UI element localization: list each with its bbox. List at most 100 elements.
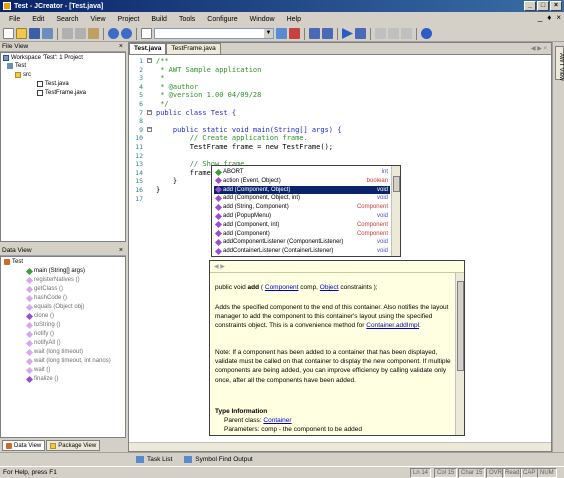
open-folder-icon[interactable] — [16, 28, 27, 39]
code-line[interactable]: 1−/** — [129, 57, 551, 65]
javadoc-scrollbar[interactable] — [455, 273, 464, 435]
tab-test-java[interactable]: Test.java — [129, 43, 167, 54]
mdi-restore-icon[interactable]: ♦ — [547, 13, 551, 22]
tab-data-view[interactable]: Data View — [2, 440, 46, 451]
copy-icon[interactable] — [75, 28, 86, 39]
method-item[interactable]: clone () — [25, 312, 54, 320]
menu-configure[interactable]: Configure — [201, 16, 243, 23]
horizontal-scrollbar[interactable] — [129, 442, 551, 451]
completion-item[interactable]: action (Event, Object) boolean — [214, 177, 390, 185]
find-icon[interactable] — [141, 28, 152, 39]
link-object[interactable]: Object — [320, 284, 339, 291]
tree-project[interactable]: Test — [7, 63, 26, 69]
chevron-down-icon[interactable]: ▼ — [264, 29, 273, 38]
method-item[interactable]: main (String[] args) — [25, 267, 85, 275]
code-line[interactable]: 5 * @version 1.00 04/09/28 — [129, 91, 551, 99]
method-item[interactable]: registerNatives () — [25, 276, 80, 284]
completion-item[interactable]: add (String, Component) Component — [214, 203, 390, 211]
menu-project[interactable]: Project — [112, 16, 146, 23]
paste-icon[interactable] — [88, 28, 99, 39]
tool-icon[interactable] — [375, 28, 386, 39]
menu-edit[interactable]: Edit — [26, 16, 50, 23]
fold-icon[interactable]: − — [147, 126, 152, 132]
menu-window[interactable]: Window — [244, 16, 281, 23]
tool2-icon[interactable] — [388, 28, 399, 39]
link-component[interactable]: Component — [265, 284, 299, 291]
completion-item[interactable]: add (Component) Component — [214, 230, 390, 238]
method-item[interactable]: toString () — [25, 321, 60, 329]
code-line[interactable]: 6 */ — [129, 100, 551, 108]
cut-icon[interactable] — [62, 28, 73, 39]
link-parent-container[interactable]: Container — [263, 417, 291, 424]
completion-item[interactable]: addContainerListener (ContainerListener)… — [214, 247, 390, 255]
tab-package-view[interactable]: Package View — [46, 440, 101, 451]
minimize-button[interactable]: _ — [524, 1, 536, 11]
method-item[interactable]: wait (long timeout) — [25, 348, 83, 356]
find-in-files-icon[interactable] — [276, 28, 287, 39]
method-item[interactable]: getClass () — [25, 285, 63, 293]
code-line[interactable]: 9− public static void main(String[] args… — [129, 126, 551, 134]
fold-icon[interactable]: − — [147, 109, 152, 115]
menu-file[interactable]: File — [3, 16, 26, 23]
help-icon[interactable] — [421, 28, 432, 39]
menu-build[interactable]: Build — [145, 16, 173, 23]
code-line[interactable]: 3 * — [129, 74, 551, 82]
code-line[interactable]: 10 // Create application frame. — [129, 134, 551, 142]
run-icon[interactable] — [342, 28, 353, 39]
debug-icon[interactable] — [355, 28, 366, 39]
code-line[interactable]: 12 — [129, 152, 551, 160]
method-item[interactable]: finalize () — [25, 375, 58, 383]
menu-tools[interactable]: Tools — [173, 16, 201, 23]
mdi-close-icon[interactable]: × — [556, 13, 561, 22]
method-item[interactable]: wait () — [25, 366, 50, 374]
completion-item[interactable]: ABORT int — [214, 168, 390, 176]
close-icon[interactable]: × — [119, 43, 123, 50]
link-container-addimpl[interactable]: Container.addImpl — [366, 322, 419, 329]
tab-task-list[interactable]: Task List — [136, 456, 172, 463]
build-icon[interactable] — [322, 28, 333, 39]
code-line[interactable]: 7− public class Test { — [129, 109, 551, 117]
method-item[interactable]: equals (Object obj) — [25, 303, 84, 311]
tab-symbol-find-output[interactable]: Symbol Find Output — [184, 456, 253, 463]
menu-search[interactable]: Search — [50, 16, 84, 23]
menu-help[interactable]: Help — [281, 16, 307, 23]
tree-file-testframe[interactable]: TestFrame.java — [37, 90, 86, 96]
code-line[interactable]: 2 * AWT Sample application — [129, 66, 551, 74]
save-icon[interactable] — [29, 28, 40, 39]
search-combo[interactable]: ▼ — [154, 28, 274, 39]
tree-folder-src[interactable]: src — [15, 72, 31, 78]
close-button[interactable]: × — [550, 1, 562, 11]
menu-view[interactable]: View — [85, 16, 112, 23]
method-item[interactable]: notifyAll () — [25, 339, 61, 347]
tree-workspace[interactable]: Workspace 'Test': 1 Project — [3, 55, 83, 61]
save-all-icon[interactable] — [42, 28, 53, 39]
completion-list[interactable]: ABORT int action (Event, Object) boolean add… — [211, 165, 401, 257]
tab-testframe-java[interactable]: TestFrame.java — [166, 43, 221, 54]
redo-icon[interactable] — [121, 28, 132, 39]
fold-icon[interactable]: − — [147, 58, 152, 63]
completion-item[interactable]: add (Component, Object, int) void — [214, 194, 390, 202]
undo-icon[interactable] — [108, 28, 119, 39]
method-item[interactable]: hashCode () — [25, 294, 67, 302]
code-line[interactable]: 4 * @author — [129, 83, 551, 91]
tool3-icon[interactable] — [401, 28, 412, 39]
code-line[interactable]: 8 — [129, 117, 551, 125]
method-item[interactable]: notify () — [25, 330, 54, 338]
new-file-icon[interactable] — [3, 28, 14, 39]
maximize-button[interactable]: □ — [537, 1, 549, 11]
method-item[interactable]: wait (long timeout, int nanos) — [25, 357, 111, 365]
completion-item[interactable]: add (Component, Object) void — [214, 185, 390, 194]
tree-file-test[interactable]: Test.java — [37, 81, 69, 87]
awt-view-tab[interactable]: AWT View — [555, 46, 564, 81]
code-line[interactable]: 11 TestFrame frame = new TestFrame(); — [129, 143, 551, 151]
completion-scrollbar[interactable] — [391, 166, 400, 256]
tab-scroll-icon[interactable]: ◀ ▶ × — [531, 45, 547, 52]
completion-item[interactable]: addComponentListener (ComponentListener)… — [214, 238, 390, 246]
mdi-minimize-icon[interactable]: _ — [538, 13, 542, 22]
data-root[interactable]: Test — [4, 259, 23, 265]
completion-item[interactable]: add (PopupMenu) void — [214, 212, 390, 220]
bookmark-icon[interactable] — [289, 28, 300, 39]
completion-item[interactable]: add (Component, int) Component — [214, 221, 390, 229]
compile-icon[interactable] — [309, 28, 320, 39]
close-icon[interactable]: × — [119, 247, 123, 254]
